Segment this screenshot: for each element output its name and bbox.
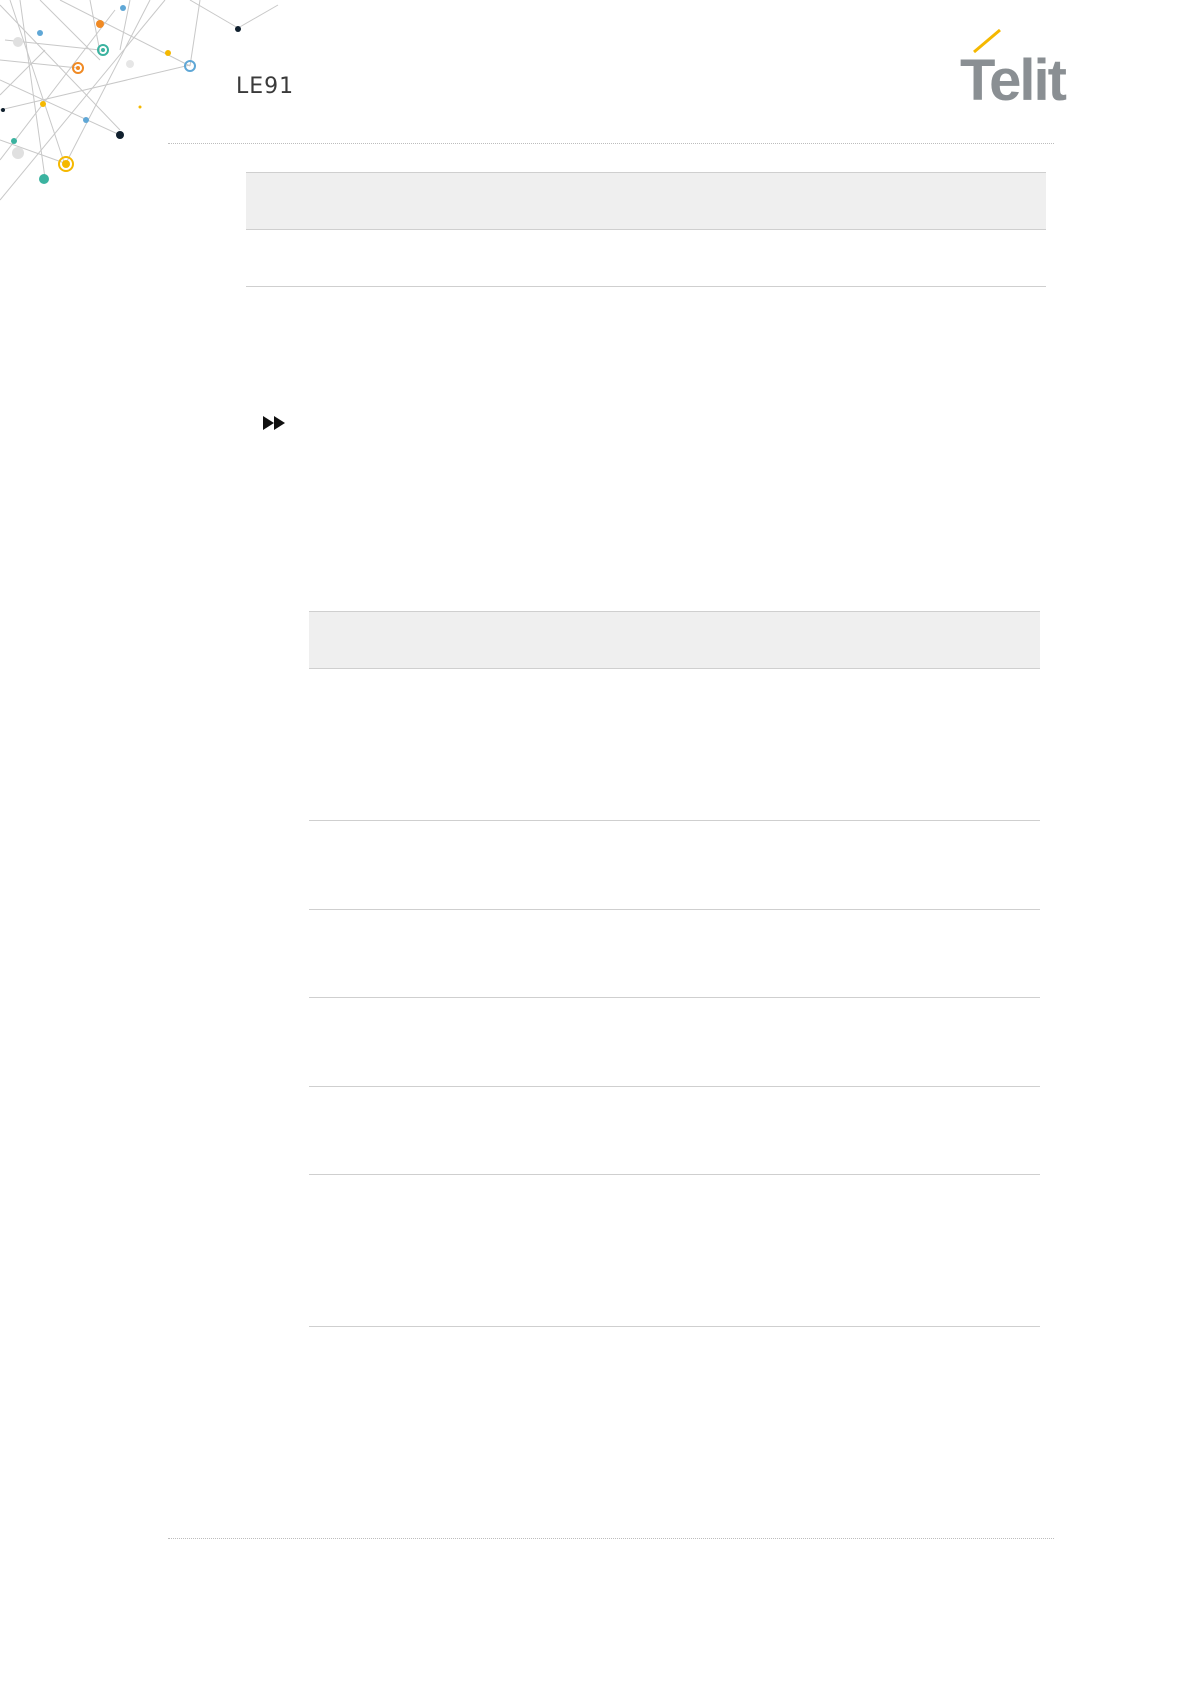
table-cell [309,998,1040,1086]
table-row [309,821,1040,910]
table-cell [309,821,1040,909]
table-cell [309,1087,1040,1174]
table-row [309,1087,1040,1175]
top-table [246,172,1046,287]
param-table [309,611,1040,1327]
table-row [309,910,1040,998]
table-row [309,669,1040,821]
top-table-row [246,230,1046,287]
logo-text: Telit [960,48,1067,104]
table-cell [309,1175,1040,1326]
top-table-row-text [246,230,1046,286]
table-cell [309,910,1040,997]
header-divider [168,143,1054,144]
fast-forward-icon [263,416,285,430]
top-table-header [246,172,1046,230]
document-title: LE91 [236,74,295,99]
top-table-header-text [246,173,1046,229]
param-table-header-text [309,612,1040,668]
table-row [309,1175,1040,1327]
table-cell [309,669,1040,820]
footer-divider [168,1538,1054,1539]
param-table-header [309,611,1040,669]
telit-logo: Telit [960,28,1069,104]
table-row [309,998,1040,1087]
